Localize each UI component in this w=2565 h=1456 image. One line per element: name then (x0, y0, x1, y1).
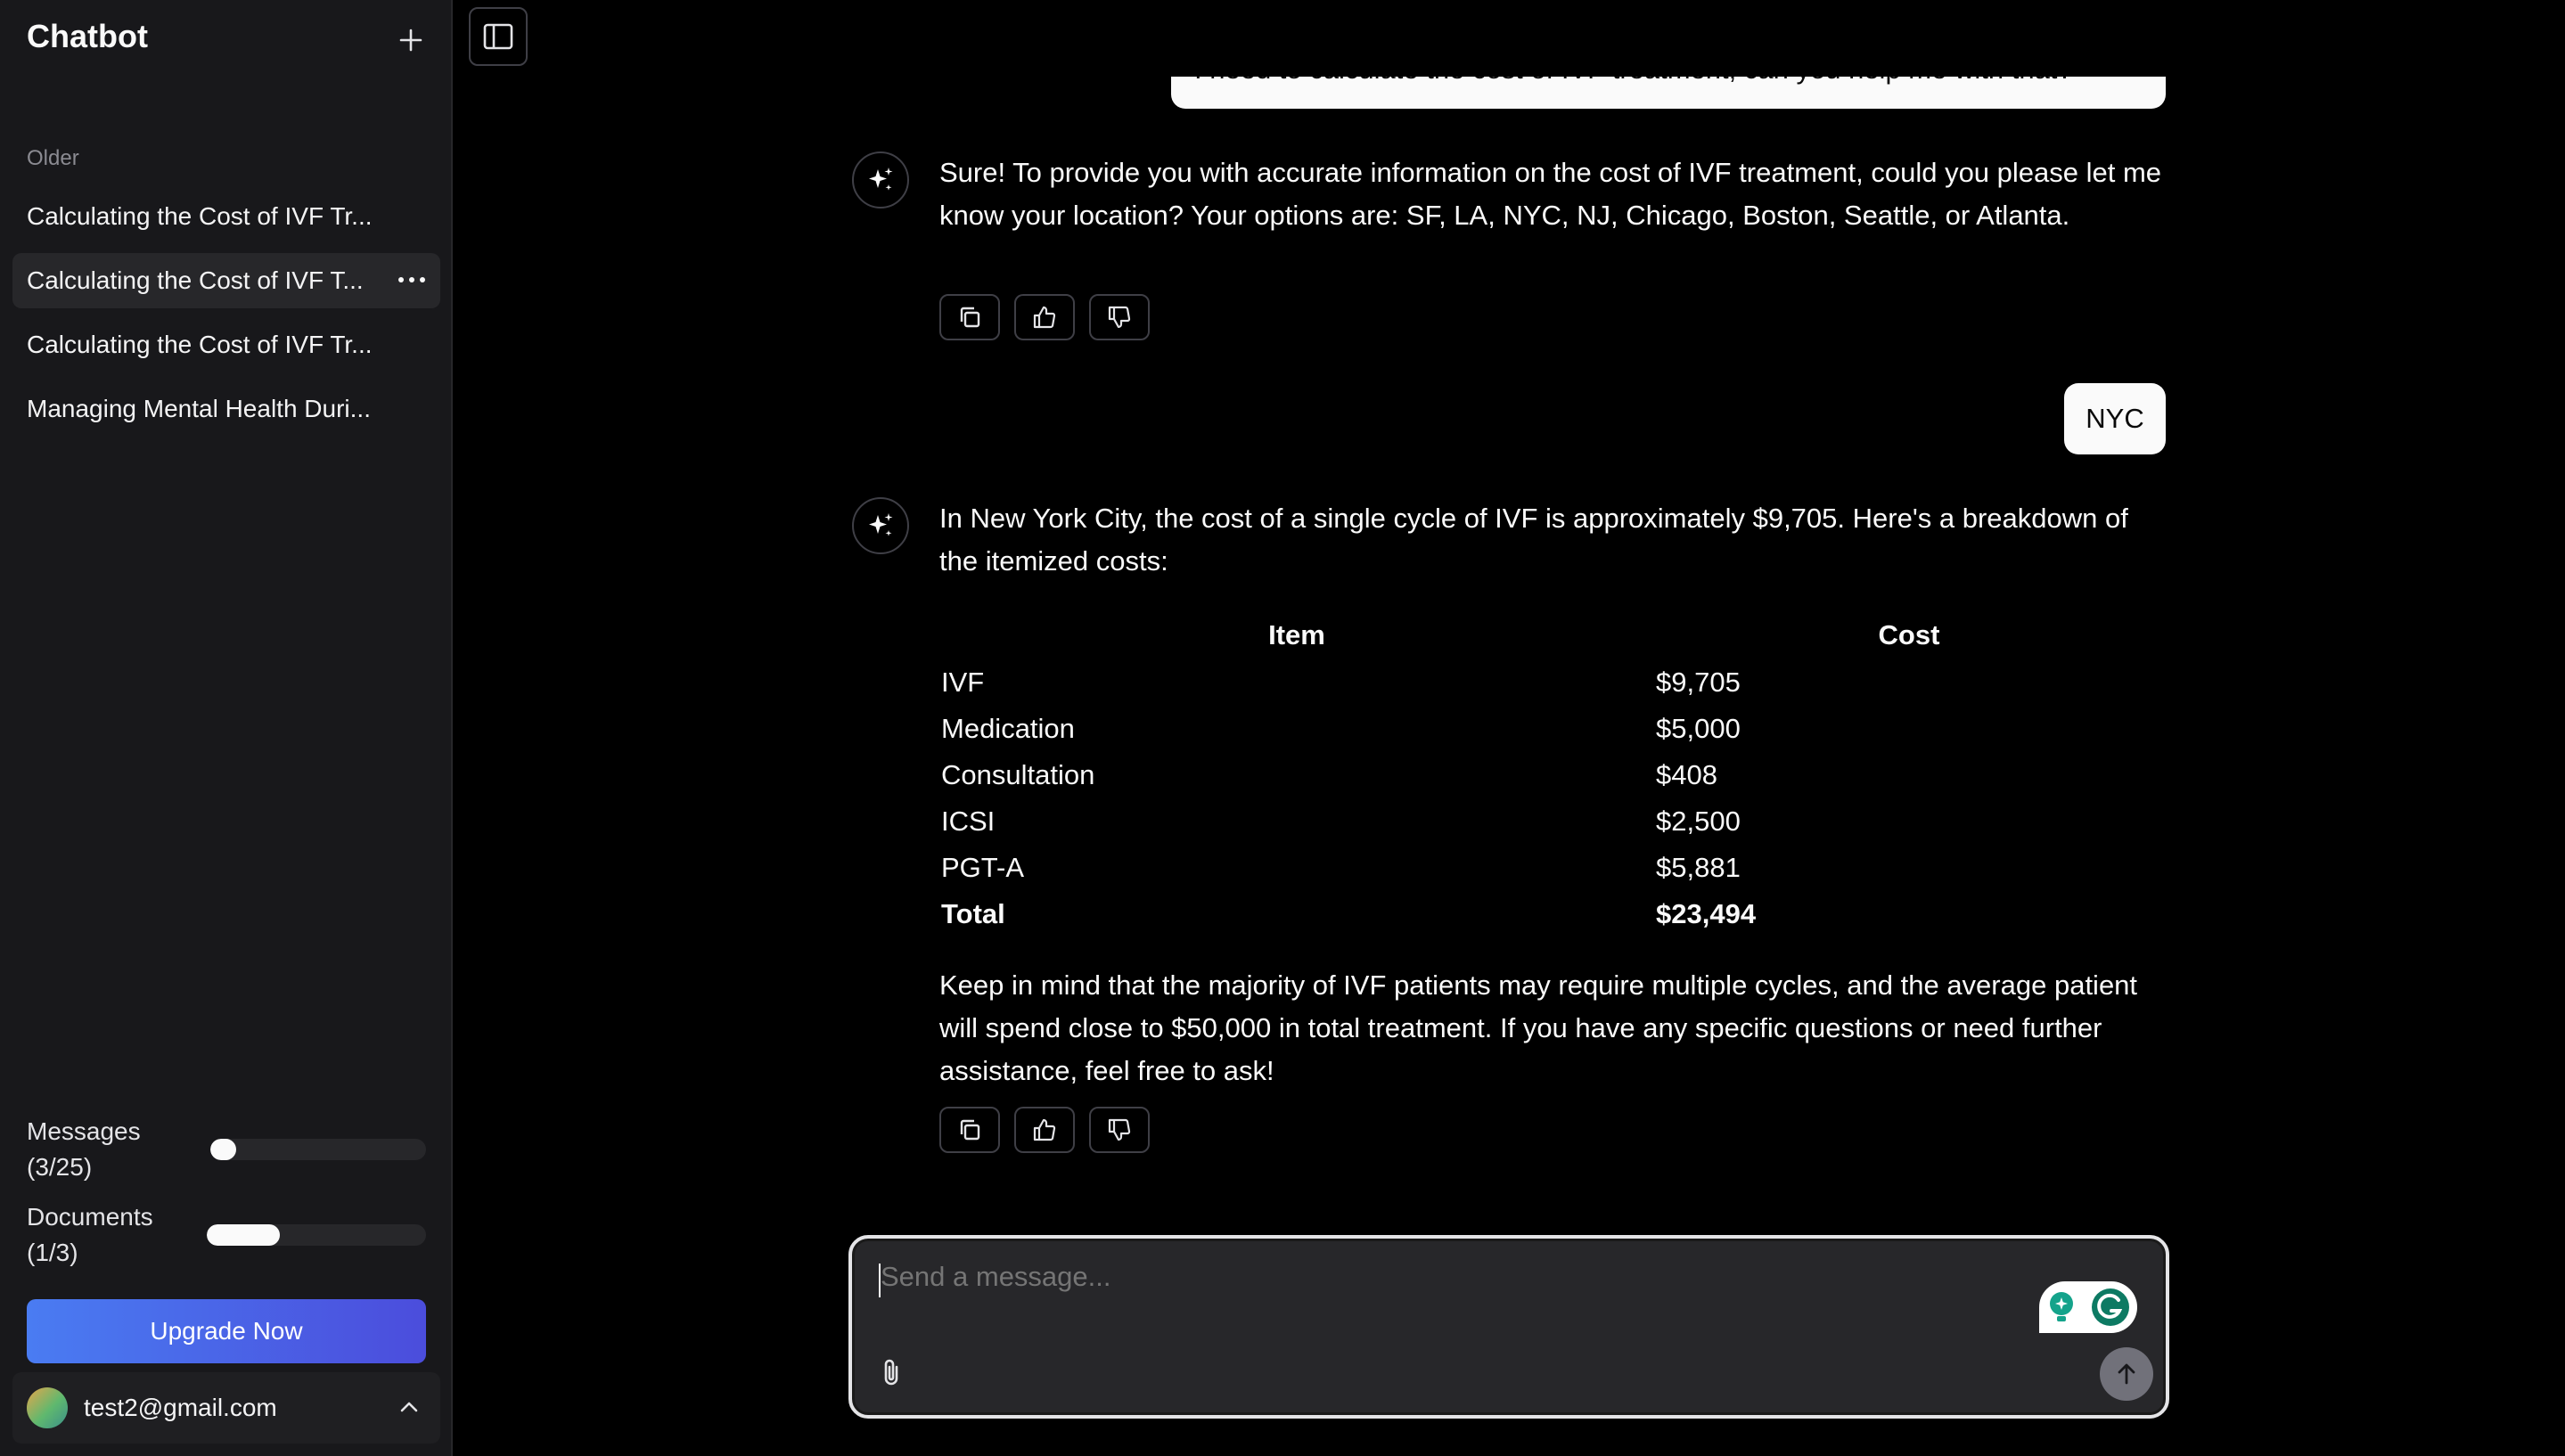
thumbs-down-button[interactable] (1089, 1107, 1150, 1153)
table-total-label: Total (941, 898, 1005, 929)
table-cell-cost: $5,000 (1656, 713, 1741, 744)
chevron-up-icon (400, 1402, 418, 1412)
bot-avatar (852, 151, 909, 209)
copy-button[interactable] (939, 294, 1000, 340)
table-header-row: Item Cost (939, 611, 2164, 659)
chat-history-label: Calculating the Cost of IVF T... (27, 266, 364, 294)
sidebar: Chatbot Older Calculating the Cost of IV… (0, 0, 453, 1456)
chat-history-item-active[interactable]: Calculating the Cost of IVF T... (12, 253, 440, 308)
text-caret (879, 1264, 881, 1297)
messages-progress-fill (210, 1139, 237, 1160)
thumbs-down-icon (1108, 306, 1131, 329)
documents-progress-fill (207, 1224, 280, 1246)
table-cell-cost: $9,705 (1656, 667, 1741, 698)
bot-avatar (852, 497, 909, 554)
grammarly-widget[interactable] (2039, 1281, 2137, 1333)
table-cell-cost: $2,500 (1656, 806, 1741, 837)
table-row: Consultation $408 (939, 752, 2164, 798)
copy-button[interactable] (939, 1107, 1000, 1153)
thumbs-up-button[interactable] (1014, 1107, 1075, 1153)
scroll-fade (1159, 0, 2175, 77)
upgrade-button[interactable]: Upgrade Now (27, 1299, 426, 1363)
table-header-cost: Cost (1878, 619, 1940, 650)
thumbs-up-button[interactable] (1014, 294, 1075, 340)
sidebar-toggle-icon (483, 23, 513, 50)
plus-icon (399, 29, 422, 52)
lightbulb-icon (2050, 1292, 2073, 1321)
table-cell-item: Consultation (941, 759, 1095, 790)
bot-message-intro: In New York City, the cost of a single c… (939, 503, 2128, 577)
thumbs-down-button[interactable] (1089, 294, 1150, 340)
sparkle-icon (869, 513, 893, 536)
cost-table: Item Cost IVF $9,705 Medication $5,000 C… (939, 611, 2164, 937)
table-row: ICSI $2,500 (939, 798, 2164, 845)
table-row: PGT-A $5,881 (939, 845, 2164, 891)
thumbs-up-icon (1033, 1118, 1056, 1141)
bot-message-text: Sure! To provide you with accurate infor… (939, 157, 2162, 231)
chat-history-item[interactable]: Managing Mental Health Duri... (12, 381, 440, 437)
user-message-bubble: NYC (2064, 383, 2166, 454)
attach-button[interactable] (879, 1356, 904, 1393)
user-email: test2@gmail.com (84, 1394, 277, 1421)
new-chat-button[interactable] (389, 18, 433, 62)
send-button[interactable] (2100, 1347, 2153, 1401)
history-section-label: Older (27, 146, 79, 170)
documents-progress-bar (207, 1224, 426, 1246)
table-cell-item: ICSI (941, 806, 996, 837)
messages-progress-bar (210, 1139, 426, 1160)
grammarly-icon (2092, 1288, 2129, 1326)
thumbs-up-icon (1033, 306, 1056, 329)
messages-count: (3/25) (27, 1153, 93, 1181)
messages-usage-label: Messages (3/25) (27, 1114, 141, 1185)
documents-usage-label: Documents (1/3) (27, 1199, 153, 1271)
chat-history-item[interactable]: Calculating the Cost of IVF Tr... (12, 317, 440, 372)
message-composer (848, 1235, 2169, 1419)
table-cell-item: Medication (941, 713, 1075, 744)
more-options-icon[interactable] (397, 264, 426, 303)
table-cell-cost: $408 (1656, 759, 1717, 790)
chat-history-item[interactable]: Calculating the Cost of IVF Tr... (12, 189, 440, 244)
copy-icon (960, 307, 980, 328)
message-input[interactable] (879, 1260, 1952, 1294)
messages-label: Messages (27, 1117, 141, 1145)
arrow-up-icon (2118, 1363, 2135, 1385)
sidebar-toggle-button[interactable] (469, 7, 528, 66)
table-cell-item: PGT-A (941, 852, 1025, 883)
documents-count: (1/3) (27, 1239, 78, 1266)
table-cell-item: IVF (941, 667, 985, 698)
chat-history-label: Calculating the Cost of IVF Tr... (27, 331, 373, 358)
table-total-row: Total $23,494 (939, 891, 2164, 937)
bot-message-outro: Keep in mind that the majority of IVF pa… (939, 969, 2138, 1086)
user-message-text: NYC (2086, 403, 2144, 434)
app-title: Chatbot (27, 18, 148, 54)
chat-history-label: Calculating the Cost of IVF Tr... (27, 202, 373, 230)
table-header-item: Item (1268, 619, 1325, 650)
copy-icon (960, 1119, 980, 1141)
table-total-value: $23,494 (1656, 898, 1757, 929)
table-row: Medication $5,000 (939, 706, 2164, 752)
user-menu[interactable]: test2@gmail.com (12, 1372, 440, 1444)
avatar (27, 1387, 68, 1428)
documents-label: Documents (27, 1203, 153, 1231)
paperclip-icon (884, 1359, 898, 1386)
chat-history-label: Managing Mental Health Duri... (27, 395, 371, 422)
sparkle-icon (869, 168, 893, 191)
table-row: IVF $9,705 (939, 659, 2164, 706)
thumbs-down-icon (1108, 1118, 1131, 1141)
table-cell-cost: $5,881 (1656, 852, 1741, 883)
